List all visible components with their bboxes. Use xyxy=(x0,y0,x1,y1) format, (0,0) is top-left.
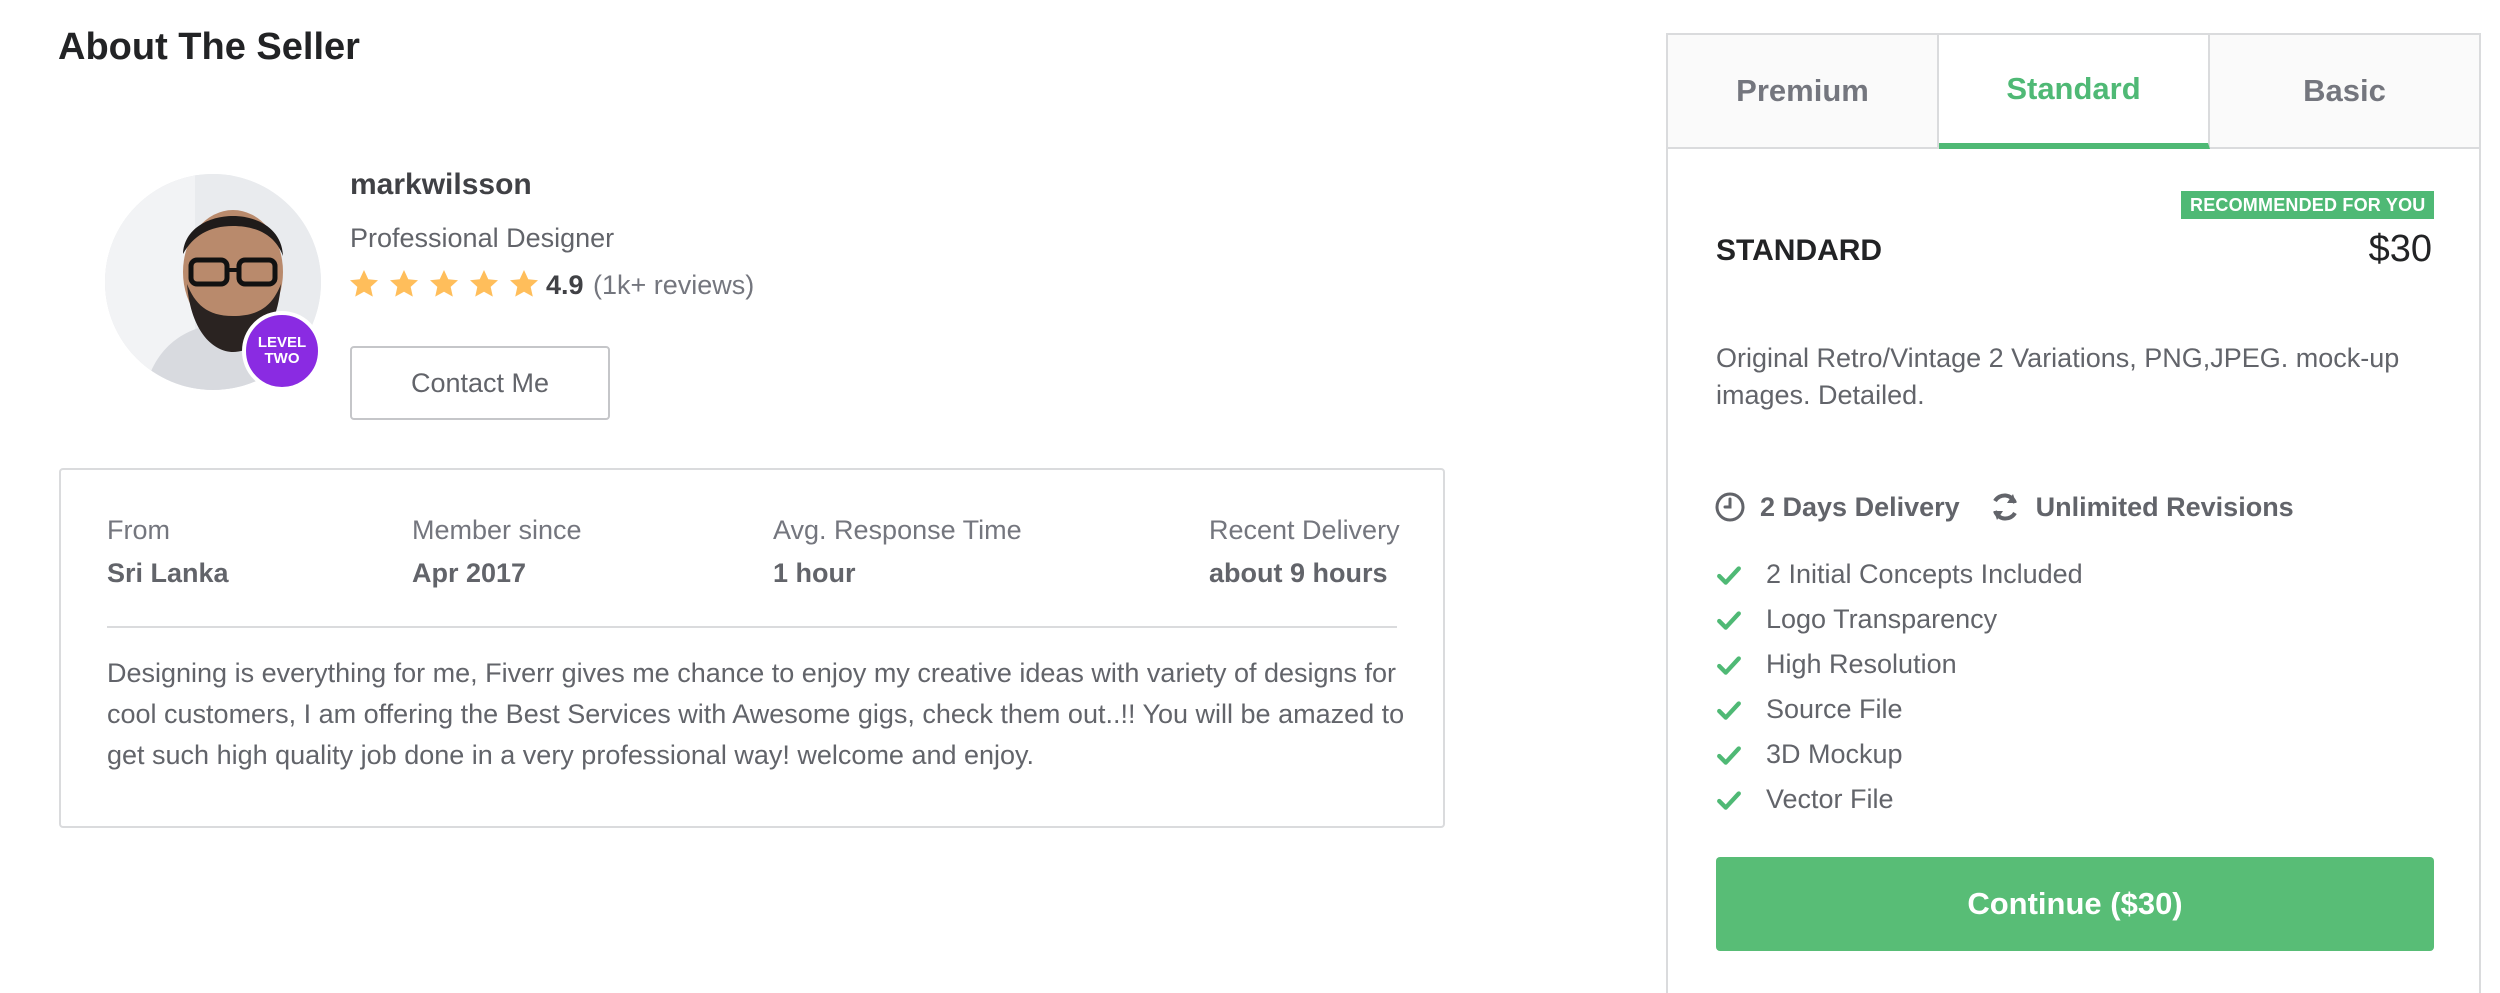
stat-value: 1 hour xyxy=(773,558,856,588)
delivery-time: 2 Days Delivery xyxy=(1714,491,1960,523)
star-icon xyxy=(430,270,458,297)
seller-profession: Professional Designer xyxy=(350,223,615,253)
feature-item: Source File xyxy=(1716,687,2083,732)
package-tabs: Premium Standard Basic xyxy=(1668,35,2479,149)
package-meta: 2 Days Delivery Unlimited Revisions xyxy=(1714,490,2322,524)
feature-label: Vector File xyxy=(1766,784,1894,814)
feature-list: 2 Initial Concepts Included Logo Transpa… xyxy=(1716,552,2083,822)
feature-label: Logo Transparency xyxy=(1766,604,1998,634)
seller-username[interactable]: markwilsson xyxy=(350,168,532,202)
clock-icon xyxy=(1715,492,1745,522)
check-icon xyxy=(1717,655,1741,675)
seller-bio: Designing is everything for me, Fiverr g… xyxy=(107,658,1405,770)
check-icon xyxy=(1717,610,1741,630)
section-title: About The Seller xyxy=(58,26,360,68)
level-two-badge: LEVEL TWO xyxy=(242,311,322,391)
tab-basic[interactable]: Basic xyxy=(2210,35,2479,149)
feature-label: Source File xyxy=(1766,694,1903,724)
reviews-count[interactable]: (1k+ reviews) xyxy=(593,270,754,301)
feature-item: Vector File xyxy=(1716,777,2083,822)
stat-member-since: Member since Apr 2017 xyxy=(412,515,582,589)
feature-item: High Resolution xyxy=(1716,642,2083,687)
stat-label: Recent Delivery xyxy=(1209,515,1400,545)
contact-me-button[interactable]: Contact Me xyxy=(350,346,610,420)
feature-item: 3D Mockup xyxy=(1716,732,2083,777)
stat-value: Apr 2017 xyxy=(412,558,527,588)
star-icon xyxy=(470,270,498,297)
revisions: Unlimited Revisions xyxy=(1988,490,2294,524)
package-price: $30 xyxy=(2368,228,2432,270)
stat-label: Member since xyxy=(412,515,582,545)
star-icon xyxy=(510,270,538,297)
continue-button[interactable]: Continue ($30) xyxy=(1716,857,2434,951)
check-icon xyxy=(1717,565,1741,585)
recommended-badge: RECOMMENDED FOR YOU xyxy=(2181,191,2435,219)
stat-from: From Sri Lanka xyxy=(107,515,229,589)
check-icon xyxy=(1717,790,1741,810)
feature-label: 2 Initial Concepts Included xyxy=(1766,559,2083,589)
rating-stars xyxy=(348,268,540,300)
feature-item: Logo Transparency xyxy=(1716,597,2083,642)
star-icon xyxy=(390,270,418,297)
rating-score: 4.9 xyxy=(546,270,584,300)
star-icon xyxy=(350,270,378,297)
revisions-label: Unlimited Revisions xyxy=(2035,491,2294,522)
stat-label: From xyxy=(107,515,170,545)
package-name: STANDARD xyxy=(1716,234,1883,267)
level-badge-line2: TWO xyxy=(264,350,300,367)
stats-divider xyxy=(107,626,1397,628)
feature-label: 3D Mockup xyxy=(1766,739,1903,769)
stat-value: about 9 hours xyxy=(1209,558,1388,588)
tab-premium[interactable]: Premium xyxy=(1668,35,1939,149)
delivery-label: 2 Days Delivery xyxy=(1760,491,1960,522)
feature-item: 2 Initial Concepts Included xyxy=(1716,552,2083,597)
feature-label: High Resolution xyxy=(1766,649,1957,679)
stat-value: Sri Lanka xyxy=(107,558,229,588)
tab-standard[interactable]: Standard xyxy=(1939,35,2210,149)
check-icon xyxy=(1717,745,1741,765)
package-description: Original Retro/Vintage 2 Variations, PNG… xyxy=(1716,343,2400,410)
stat-recent-delivery: Recent Delivery about 9 hours xyxy=(1209,515,1400,589)
stat-response-time: Avg. Response Time 1 hour xyxy=(773,515,1022,589)
check-icon xyxy=(1717,700,1741,720)
stat-label: Avg. Response Time xyxy=(773,515,1022,545)
refresh-icon xyxy=(1992,493,2017,521)
level-badge-line1: LEVEL xyxy=(257,334,307,351)
